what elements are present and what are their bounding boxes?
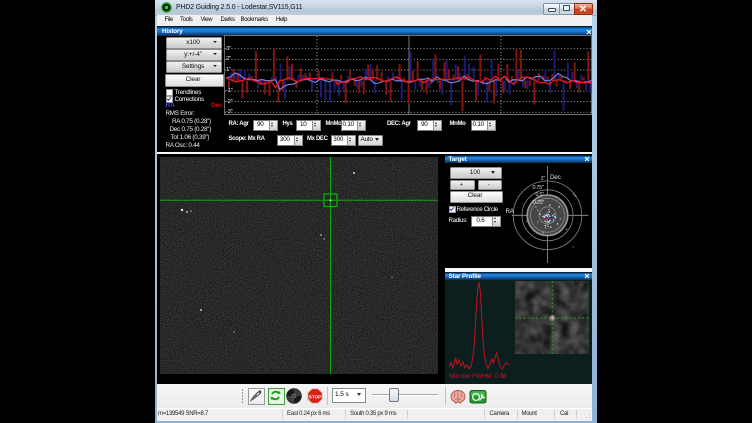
svg-text:STOP: STOP (308, 394, 320, 399)
